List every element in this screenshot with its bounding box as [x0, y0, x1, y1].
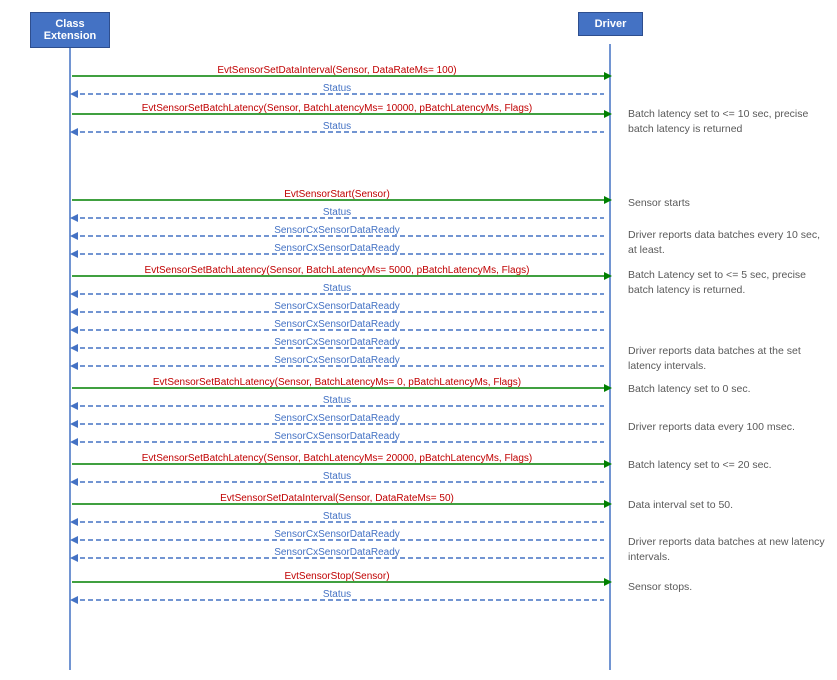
annotation-11: Sensor stops. — [628, 580, 828, 595]
svg-text:Status: Status — [323, 83, 351, 94]
annotation-4: Batch Latency set to <= 5 sec, precise b… — [628, 268, 828, 297]
svg-text:EvtSensorSetBatchLatency(Senso: EvtSensorSetBatchLatency(Sensor, BatchLa… — [145, 265, 530, 276]
svg-text:Status: Status — [323, 207, 351, 218]
svg-text:EvtSensorSetBatchLatency(Senso: EvtSensorSetBatchLatency(Sensor, BatchLa… — [142, 103, 533, 114]
svg-text:SensorCxSensorDataReady: SensorCxSensorDataReady — [274, 529, 400, 540]
class-extension-label: Class Extension — [44, 18, 97, 42]
annotation-1: Batch latency set to <= 10 sec, precise … — [628, 107, 828, 136]
svg-text:EvtSensorSetDataInterval(Senso: EvtSensorSetDataInterval(Sensor, DataRat… — [220, 493, 454, 504]
svg-text:Status: Status — [323, 121, 351, 132]
annotation-8: Batch latency set to <= 20 sec. — [628, 458, 828, 473]
svg-text:EvtSensorStart(Sensor): EvtSensorStart(Sensor) — [284, 189, 390, 200]
annotation-10: Driver reports data batches at new laten… — [628, 535, 828, 564]
svg-text:Status: Status — [323, 511, 351, 522]
svg-text:EvtSensorSetBatchLatency(Senso: EvtSensorSetBatchLatency(Sensor, BatchLa… — [153, 377, 521, 388]
annotation-5: Driver reports data batches at the set l… — [628, 344, 828, 373]
svg-text:EvtSensorStop(Sensor): EvtSensorStop(Sensor) — [284, 571, 389, 582]
annotation-6: Batch latency set to 0 sec. — [628, 382, 828, 397]
annotation-2: Sensor starts — [628, 196, 828, 211]
svg-text:SensorCxSensorDataReady: SensorCxSensorDataReady — [274, 547, 400, 558]
annotation-9: Data interval set to 50. — [628, 498, 828, 513]
lifeline-svg — [0, 0, 837, 680]
svg-text:Status: Status — [323, 589, 351, 600]
annotation-3: Driver reports data batches every 10 sec… — [628, 228, 828, 257]
arrows-svg: EvtSensorSetDataInterval(Sensor, DataRat… — [0, 0, 837, 680]
diagram-container: Class Extension Driver EvtSensorSetDataI… — [0, 0, 837, 680]
svg-text:SensorCxSensorDataReady: SensorCxSensorDataReady — [274, 413, 400, 424]
svg-text:SensorCxSensorDataReady: SensorCxSensorDataReady — [274, 319, 400, 330]
svg-text:EvtSensorSetDataInterval(Senso: EvtSensorSetDataInterval(Sensor, DataRat… — [217, 65, 456, 76]
annotation-7: Driver reports data every 100 msec. — [628, 420, 828, 435]
svg-text:Status: Status — [323, 283, 351, 294]
svg-text:SensorCxSensorDataReady: SensorCxSensorDataReady — [274, 355, 400, 366]
svg-text:Status: Status — [323, 395, 351, 406]
svg-text:SensorCxSensorDataReady: SensorCxSensorDataReady — [274, 337, 400, 348]
svg-text:SensorCxSensorDataReady: SensorCxSensorDataReady — [274, 301, 400, 312]
svg-text:Status: Status — [323, 471, 351, 482]
driver-box: Driver — [578, 12, 643, 36]
svg-text:SensorCxSensorDataReady: SensorCxSensorDataReady — [274, 225, 400, 236]
driver-label: Driver — [595, 18, 627, 30]
class-extension-box: Class Extension — [30, 12, 110, 48]
svg-text:SensorCxSensorDataReady: SensorCxSensorDataReady — [274, 431, 400, 442]
svg-text:EvtSensorSetBatchLatency(Senso: EvtSensorSetBatchLatency(Sensor, BatchLa… — [142, 453, 533, 464]
svg-text:SensorCxSensorDataReady: SensorCxSensorDataReady — [274, 243, 400, 254]
